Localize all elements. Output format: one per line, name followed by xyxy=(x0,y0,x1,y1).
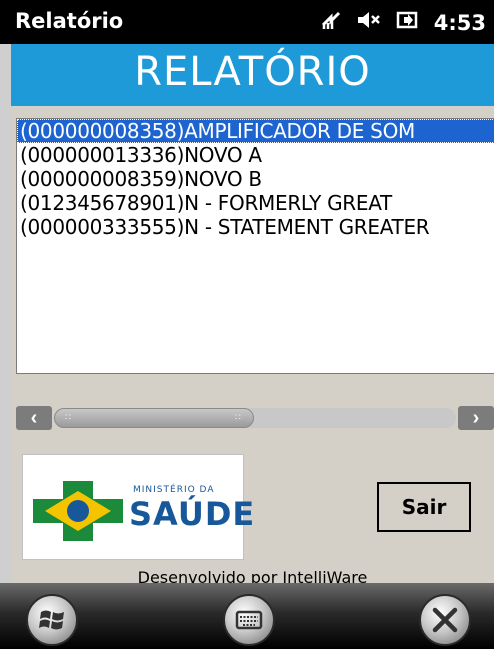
close-button[interactable] xyxy=(419,594,471,646)
ministry-logo: MINISTÉRIO DA SAÚDE xyxy=(22,454,254,560)
window-title: Relatório xyxy=(15,9,124,33)
grip-icon: ∷ xyxy=(65,412,71,422)
windows-logo-icon xyxy=(39,610,64,630)
list-item[interactable]: (000000008358)AMPLIFICADOR DE SOM xyxy=(17,119,494,143)
status-bar: Relatório 4:53 xyxy=(0,0,494,44)
exit-button[interactable]: Sair xyxy=(377,482,471,532)
close-icon xyxy=(432,607,458,633)
start-button[interactable] xyxy=(26,594,78,646)
app-form: RELATÓRIO (000000008358)AMPLIFICADOR DE … xyxy=(11,44,494,599)
chevron-right-icon: › xyxy=(472,407,480,429)
signal-icon[interactable] xyxy=(320,9,342,36)
volume-muted-icon[interactable] xyxy=(356,9,382,36)
page-title: RELATÓRIO xyxy=(134,49,371,95)
scroll-left-button[interactable]: ‹ xyxy=(16,406,52,430)
health-cross-icon xyxy=(33,481,123,541)
ministry-text: MINISTÉRIO DA xyxy=(133,485,215,495)
keyboard-icon xyxy=(235,610,263,630)
battery-charging-icon[interactable] xyxy=(396,9,420,36)
clock: 4:53 xyxy=(433,10,486,35)
list-item[interactable]: (000000333555)N - STATEMENT GREATER xyxy=(17,215,494,239)
saude-text: SAÚDE xyxy=(129,495,256,533)
report-listbox[interactable]: (000000008358)AMPLIFICADOR DE SOM (00000… xyxy=(16,118,494,374)
bottom-bar xyxy=(0,583,494,649)
scroll-thumb[interactable]: ∷ ∷ xyxy=(54,408,254,428)
list-item[interactable]: (000000008359)NOVO B xyxy=(17,167,494,191)
horizontal-scrollbar[interactable]: ‹ ∷ ∷ › xyxy=(16,404,494,432)
list-item[interactable]: (000000013336)NOVO A xyxy=(17,143,494,167)
scroll-track[interactable]: ∷ ∷ xyxy=(54,408,456,428)
chevron-left-icon: ‹ xyxy=(30,407,38,429)
grip-icon: ∷ xyxy=(235,412,241,422)
header-banner: RELATÓRIO xyxy=(11,44,494,106)
left-edge xyxy=(0,44,11,649)
scroll-right-button[interactable]: › xyxy=(458,406,494,430)
list-item[interactable]: (012345678901)N - FORMERLY GREAT xyxy=(17,191,494,215)
keyboard-button[interactable] xyxy=(223,594,275,646)
status-icons: 4:53 xyxy=(320,9,486,36)
